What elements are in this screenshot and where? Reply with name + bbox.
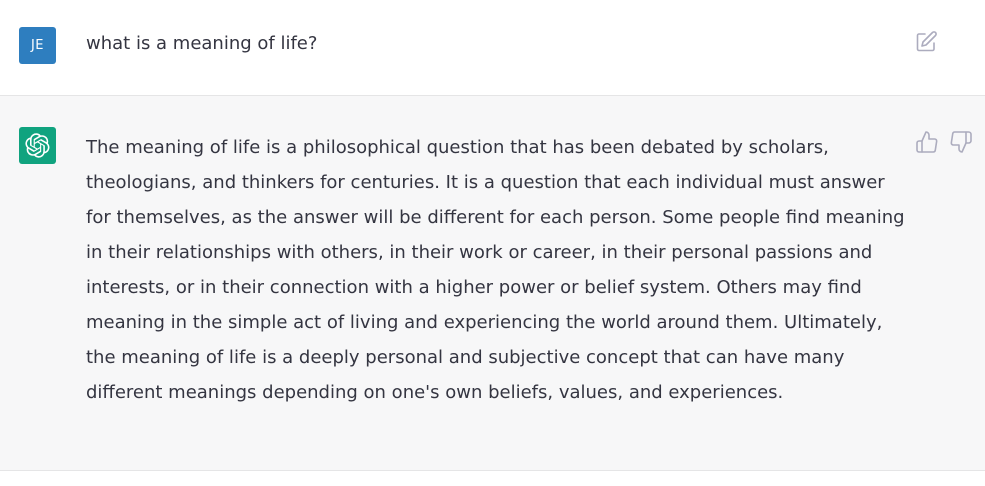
- openai-logo-icon: [25, 133, 50, 158]
- assistant-message-text: The meaning of life is a philosophical q…: [86, 137, 905, 403]
- assistant-message-row: The meaning of life is a philosophical q…: [0, 96, 985, 471]
- thumbs-down-icon[interactable]: [949, 130, 973, 154]
- user-message-text: what is a meaning of life?: [86, 33, 318, 54]
- bottom-spacer: [0, 471, 985, 486]
- chat-thread: JE what is a meaning of life? The meanin…: [0, 0, 985, 486]
- thumbs-up-icon[interactable]: [915, 130, 939, 154]
- user-message-row: JE what is a meaning of life?: [0, 0, 985, 96]
- edit-icon[interactable]: [914, 30, 938, 54]
- assistant-avatar: [19, 127, 56, 164]
- user-avatar: JE: [19, 27, 56, 64]
